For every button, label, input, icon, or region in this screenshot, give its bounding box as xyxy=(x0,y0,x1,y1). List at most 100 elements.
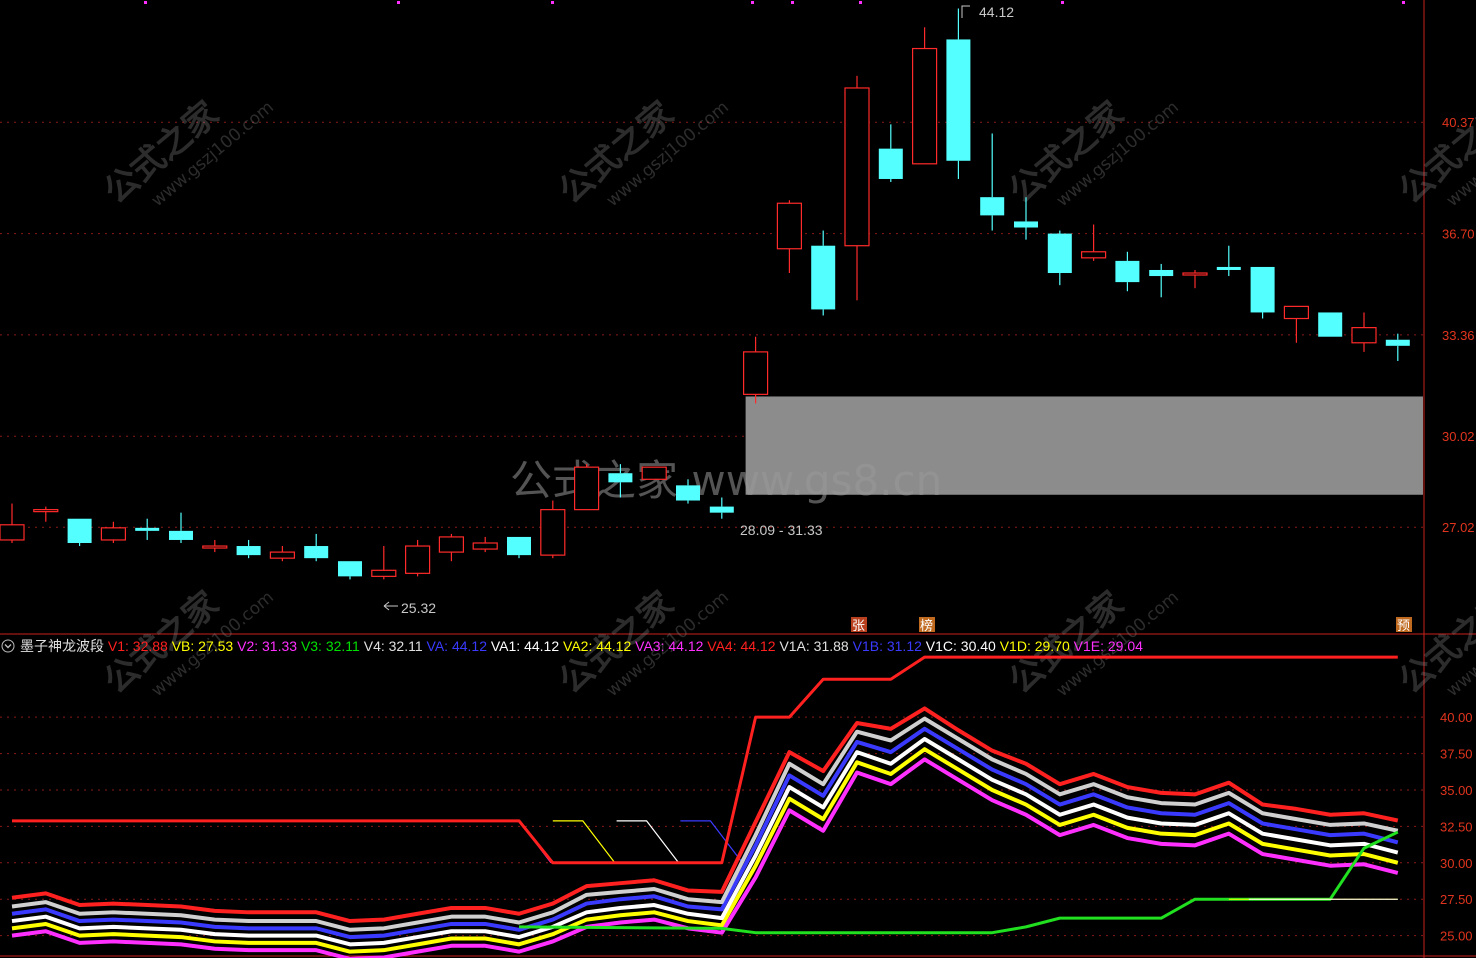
step-VA xyxy=(12,655,1398,865)
candle xyxy=(1250,266,1275,319)
high-price-label: 44.12 xyxy=(979,4,1014,20)
candle xyxy=(1047,230,1072,286)
candle-body xyxy=(540,509,566,556)
y-tick-label: 35.00 xyxy=(1440,783,1473,798)
candle xyxy=(405,539,431,577)
candle-body xyxy=(1318,312,1343,337)
watermark-tile: 公式之家www.gszj100.com xyxy=(1001,584,1182,702)
candle-body xyxy=(1385,339,1410,346)
candle-body xyxy=(1047,233,1072,274)
legend-V2: V2: 31.33 xyxy=(237,638,301,654)
indicator-y-axis: 40.00 37.50 35.00 32.50 30.00 27.50 25.00 xyxy=(1440,710,1473,943)
candle xyxy=(202,539,228,553)
watermark-tile: 公式之家www.gszj100.com xyxy=(96,584,277,702)
legend-V3: V3: 32.11 xyxy=(301,638,364,654)
candle-body xyxy=(1351,327,1377,344)
candle xyxy=(67,518,92,547)
candle-body xyxy=(0,524,25,541)
candle-body xyxy=(1182,272,1208,276)
legend-V1B: V1B: 31.12 xyxy=(853,638,926,654)
y-tick-label: 30.00 xyxy=(1440,856,1473,871)
candle-body xyxy=(405,545,431,574)
candle-body xyxy=(507,536,531,556)
candle xyxy=(1351,312,1377,352)
candle-body xyxy=(709,506,734,513)
candle xyxy=(1385,333,1410,361)
legend-V1D: V1D: 29.70 xyxy=(1000,638,1074,654)
y-tick-label: 30.02 xyxy=(1442,429,1475,444)
y-tick-label: 33.36 xyxy=(1442,328,1475,343)
legend-V4: V4: 32.11 xyxy=(364,638,427,654)
candle xyxy=(304,533,329,562)
candle-body xyxy=(980,197,1005,216)
candle xyxy=(438,533,464,562)
candle xyxy=(472,536,498,553)
candle-body xyxy=(776,202,803,250)
candle-body xyxy=(878,148,903,179)
candle-body xyxy=(946,39,971,161)
candle xyxy=(1182,269,1208,289)
tag-bang: 榜 xyxy=(920,618,933,634)
candle xyxy=(371,546,397,580)
low-annotation: 25.32 xyxy=(383,600,436,616)
legend-VA4: VA4: 44.12 xyxy=(707,638,779,654)
y-tick-label: 36.70 xyxy=(1442,227,1475,242)
candle-body xyxy=(608,473,633,483)
candle xyxy=(1283,305,1310,343)
indicator-series xyxy=(11,655,1399,958)
candle-body xyxy=(811,245,836,310)
candle xyxy=(911,27,938,165)
svg-text:墨子神龙波段 V1: 32.88 VB: 27.53: 墨子神龙波段 V1: 32.88 VB: 27.53 V2: 31.33 V3:… xyxy=(20,638,1143,654)
candle-body xyxy=(67,518,92,543)
low-price-label: 25.32 xyxy=(401,600,436,616)
candle xyxy=(100,521,127,543)
legend-V1E: V1E: 29.04 xyxy=(1074,638,1143,654)
candle-body xyxy=(202,545,228,549)
watermark-tile: 公式之家www.gszj100.com xyxy=(1391,94,1476,212)
candle xyxy=(540,500,566,559)
candle xyxy=(946,8,971,179)
candle-body xyxy=(676,485,700,501)
candle-body xyxy=(371,569,397,577)
y-tick-label: 27.50 xyxy=(1440,892,1473,907)
candle-body xyxy=(573,466,600,511)
candle xyxy=(742,336,769,404)
candle xyxy=(641,466,667,480)
hatch-line xyxy=(489,820,552,864)
candle xyxy=(507,536,531,559)
candle-body xyxy=(338,561,362,577)
watermark-tile: 公式之家www.gszj100.com xyxy=(551,94,732,212)
candle-body xyxy=(1014,221,1038,228)
candle-body xyxy=(1250,266,1275,313)
y-tick-label: 37.50 xyxy=(1440,747,1473,762)
candle xyxy=(811,230,836,316)
hatch-line xyxy=(552,820,616,864)
legend-VA1: VA1: 44.12 xyxy=(491,638,563,654)
candle xyxy=(135,518,160,540)
candle xyxy=(33,506,59,522)
watermark-tile: 公式之家www.gszj100.com xyxy=(96,94,277,212)
indicator-name: 墨子神龙波段 xyxy=(20,638,108,654)
candle-body xyxy=(472,542,498,550)
hatch-line xyxy=(616,820,680,864)
candle xyxy=(169,512,193,543)
stock-chart[interactable]: 公式之家www.gszj100.com 公式之家www.gszj100.com 公式… xyxy=(0,0,1476,958)
candle-body xyxy=(169,530,193,540)
candle xyxy=(1149,263,1174,298)
y-tick-label: 25.00 xyxy=(1440,929,1473,944)
candle xyxy=(573,464,600,511)
candle-body xyxy=(911,47,938,165)
candle xyxy=(1080,224,1107,261)
chevron-down-circle-icon[interactable] xyxy=(1,639,15,653)
top-markers xyxy=(144,1,1405,4)
tag-yu: 预 xyxy=(1397,619,1410,634)
candle-body xyxy=(304,546,329,559)
candle-body xyxy=(269,551,295,559)
candle xyxy=(269,546,295,562)
candle-body xyxy=(844,87,870,247)
candle-body xyxy=(1080,251,1107,259)
watermark-layer: 公式之家www.gszj100.com 公式之家www.gszj100.com 公式… xyxy=(96,94,1476,702)
y-tick-label: 40.37 xyxy=(1442,115,1475,130)
candle xyxy=(844,75,870,301)
candle xyxy=(1318,312,1343,337)
